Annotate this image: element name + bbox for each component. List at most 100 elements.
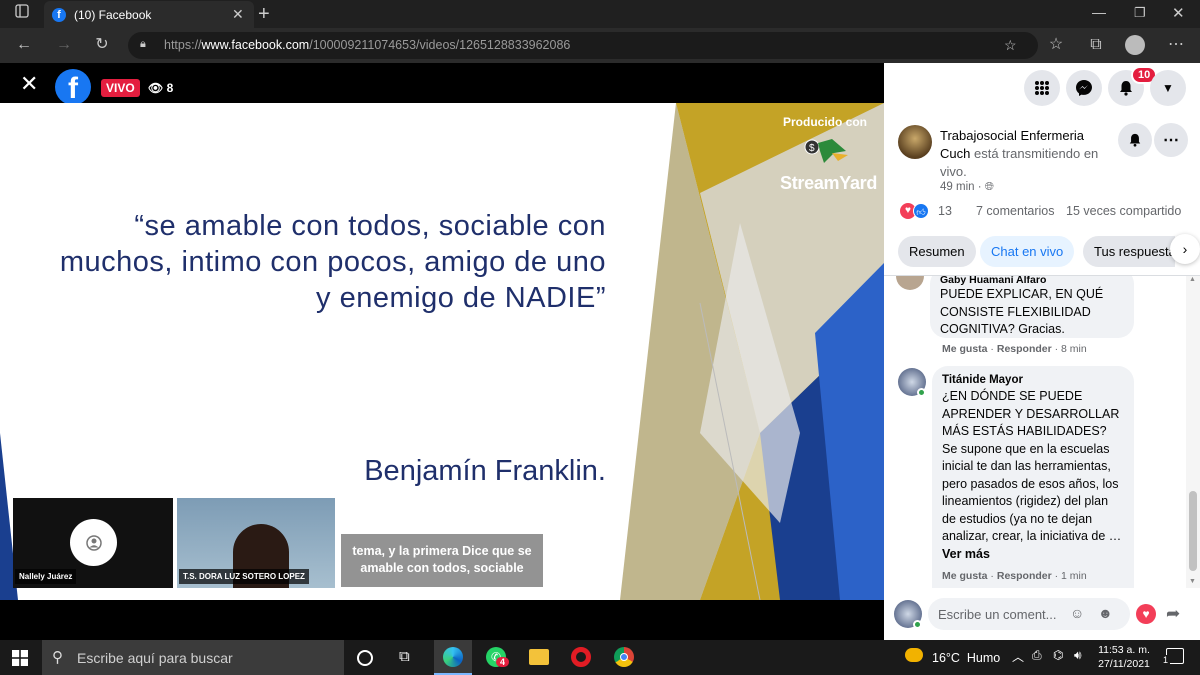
viewer-count: 👁︎ 8 [148, 81, 174, 95]
menu-button[interactable] [1024, 70, 1060, 106]
profile-avatar[interactable] [1125, 35, 1145, 55]
tab-title: (10) Facebook [74, 8, 152, 22]
comment-input[interactable]: Escribe un coment... ☺ ☻ [928, 598, 1130, 630]
add-favorite-icon[interactable]: ☆ [1004, 37, 1017, 54]
minimize-icon[interactable]: — [1092, 4, 1106, 20]
windows-start-icon[interactable] [12, 650, 28, 666]
close-video-icon[interactable]: ✕ [20, 73, 38, 95]
reaction-button[interactable]: ♥ [1132, 600, 1160, 628]
scroll-up-icon[interactable]: ▲ [1189, 276, 1196, 283]
tab-your-replies[interactable]: Tus respuesta [1083, 236, 1175, 267]
restore-icon[interactable]: ❐ [1134, 5, 1146, 21]
share-count[interactable]: 15 veces compartido [1066, 204, 1181, 218]
live-badge: VIVO [101, 79, 140, 97]
tab-live-chat[interactable]: Chat en vivo [980, 236, 1075, 267]
favorites-icon[interactable]: ☆ [1046, 35, 1066, 55]
opera-icon[interactable] [571, 647, 591, 667]
participant-tile-1: Nallely Juárez [13, 498, 173, 588]
reply-link[interactable]: Responder [997, 570, 1052, 582]
streamyard-label: StreamYard [780, 173, 878, 193]
user-placeholder-icon [70, 519, 117, 566]
scroll-down-icon[interactable]: ▼ [1189, 578, 1196, 585]
comment-author[interactable]: Titánide Mayor [942, 372, 1124, 388]
share-button[interactable]: ➦ [1166, 604, 1180, 624]
tray-camera-icon[interactable]: ⎙ [1032, 648, 1042, 663]
participant-name-1: Nallely Juárez [15, 569, 77, 584]
share-arrow-icon: ➦ [1166, 604, 1181, 623]
network-icon[interactable]: ⌬ [1053, 648, 1063, 662]
browser-tab[interactable]: f (10) Facebook ✕ [44, 1, 254, 28]
task-view-icon[interactable]: ⧉ [399, 648, 410, 665]
live-chat-panel: 10 ▼ Trabajosocial Enfermeria Cuch está … [884, 63, 1200, 640]
action-center-icon[interactable]: 1 [1161, 648, 1184, 665]
follow-notifications-button[interactable] [1118, 123, 1152, 157]
sticker-icon[interactable]: ☻ [1098, 605, 1113, 621]
cortana-icon[interactable] [357, 650, 373, 666]
edge-icon [443, 647, 463, 667]
like-link[interactable]: Me gusta [942, 570, 988, 582]
comment-count[interactable]: 7 comentarios [976, 204, 1055, 218]
clock[interactable]: 11:53 a. m. 27/11/2021 [1096, 643, 1152, 671]
messenger-icon [1076, 80, 1092, 96]
address-bar[interactable]: 🔒︎ https://www.facebook.com/100009211074… [128, 32, 1038, 59]
like-link[interactable]: Me gusta [942, 343, 988, 355]
page-avatar[interactable] [898, 125, 932, 159]
see-more-link[interactable]: Ver más [942, 546, 1124, 564]
taskbar-edge-app[interactable] [434, 640, 472, 675]
comment-time: 1 min [1061, 570, 1087, 582]
close-tab-icon[interactable]: ✕ [232, 6, 244, 23]
search-placeholder: Escribe aquí para buscar [77, 650, 233, 666]
video-bottom-bar [0, 600, 884, 640]
post-stats: ♥ 👍︎ 13 7 comentarios 15 veces compartid… [898, 202, 1198, 222]
reaction-count[interactable]: 13 [938, 204, 952, 218]
scrollbar-thumb[interactable] [1189, 491, 1197, 571]
post-time: 49 min · 🌐︎ [940, 181, 994, 193]
search-icon: ⚲ [52, 649, 63, 666]
url-text: https://www.facebook.com/100009211074653… [164, 38, 571, 52]
url-host: www.facebook.com [201, 38, 310, 52]
forward-icon[interactable]: → [54, 35, 74, 55]
commenter-avatar[interactable] [896, 276, 924, 290]
volume-icon[interactable]: 🔊︎ [1074, 648, 1082, 663]
facebook-logo-icon[interactable]: f [55, 69, 91, 105]
more-options-icon: ⋯ [1163, 132, 1179, 149]
settings-more-icon[interactable]: ⋯ [1166, 35, 1186, 55]
slide-quote: “se amable con todos, sociable con mucho… [59, 210, 606, 314]
produced-with-label: Producido con [783, 115, 867, 129]
comments-list[interactable]: Gaby Huamaní Alfaro PUEDE EXPLICAR, EN Q… [884, 276, 1186, 588]
menu-grid-icon [1035, 81, 1049, 95]
messenger-button[interactable] [1066, 70, 1102, 106]
post-options-button[interactable]: ⋯ [1154, 123, 1188, 157]
scrollbar[interactable]: ▲ ▼ [1186, 276, 1200, 588]
caption-box: tema, y la primera Dice que se amable co… [341, 534, 543, 587]
taskbar-whatsapp-app[interactable]: ✆ 4 [478, 640, 516, 675]
tabs-next-button[interactable]: › [1170, 234, 1200, 264]
lock-icon: 🔒︎ [140, 38, 146, 50]
back-icon[interactable]: ← [14, 35, 34, 55]
video-stream[interactable]: Producido con $ StreamYard “se amable co… [0, 103, 884, 600]
bell-icon [1129, 133, 1141, 147]
browser-tab-bar: f (10) Facebook ✕ + — ❐ ✕ [0, 0, 1200, 28]
new-tab-icon[interactable]: + [258, 3, 270, 26]
comment-time: 8 min [1061, 343, 1087, 355]
tab-summary[interactable]: Resumen [898, 236, 976, 267]
refresh-icon[interactable]: ↻ [92, 35, 112, 55]
comment-actions: Me gusta · Responder · 8 min [942, 343, 1087, 355]
comment-author[interactable]: Gaby Huamaní Alfaro [940, 276, 1124, 286]
clock-time: 11:53 a. m. [1098, 644, 1150, 656]
composer-online-indicator [913, 620, 922, 629]
video-top-bar: ✕ f VIVO 👁︎ 8 [0, 63, 884, 105]
file-explorer-icon[interactable] [529, 649, 549, 665]
tray-chevron-icon[interactable]: ︿ [1012, 648, 1024, 665]
close-window-icon[interactable]: ✕ [1172, 4, 1185, 22]
collections-icon[interactable]: ⧉ [1086, 35, 1106, 55]
reply-link[interactable]: Responder [997, 343, 1052, 355]
tab-actions-icon[interactable] [12, 4, 32, 24]
weather-text[interactable]: 16°C Humo [932, 651, 1000, 665]
facebook-favicon-icon: f [52, 8, 66, 22]
globe-icon: 🌐︎ [984, 181, 994, 193]
taskbar-search[interactable]: ⚲ Escribe aquí para buscar [42, 640, 344, 675]
chrome-icon[interactable] [614, 647, 634, 667]
emoji-icon[interactable]: ☺ [1070, 605, 1084, 621]
account-button[interactable]: ▼ [1150, 70, 1186, 106]
